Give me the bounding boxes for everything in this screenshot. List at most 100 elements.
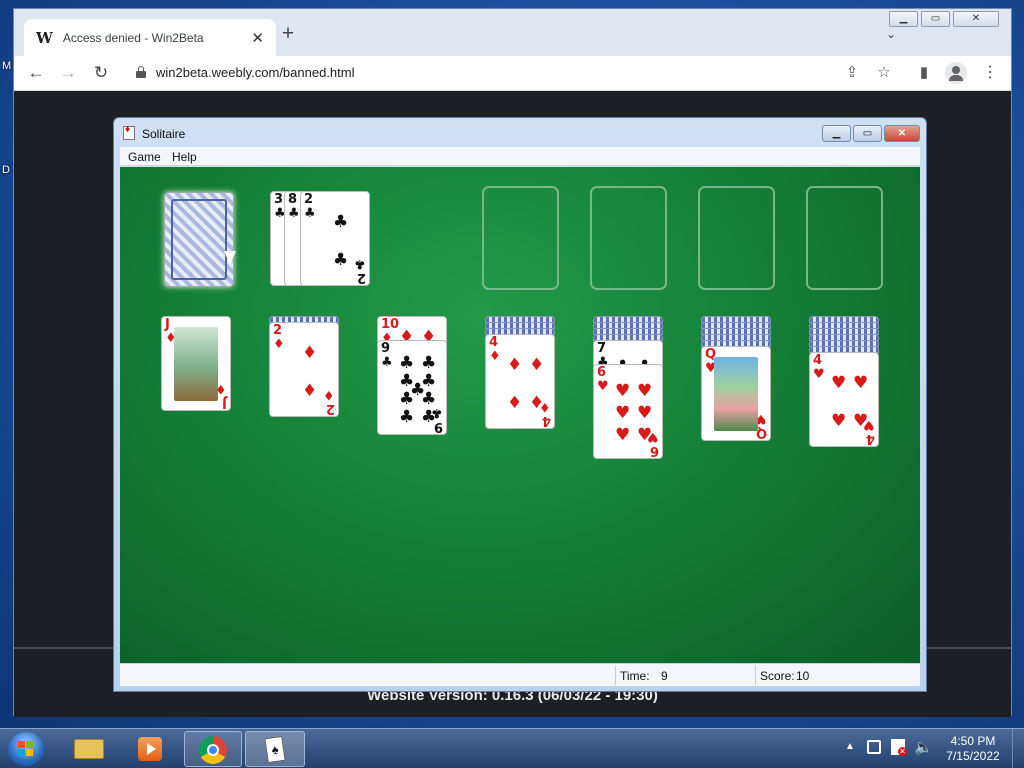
card-rank: 6: [597, 365, 607, 380]
bookmark-star-icon[interactable]: ☆: [874, 63, 894, 81]
card-pip-icon: ♣: [399, 353, 415, 373]
card-pip-icon: ♦: [529, 355, 545, 375]
minimize-button[interactable]: ▁: [822, 125, 851, 142]
reload-button[interactable]: ↻: [90, 62, 112, 84]
solitaire-window-controls: ▁ ▭ ✕: [822, 125, 920, 142]
foundation-slot[interactable]: [698, 186, 775, 290]
network-icon[interactable]: [867, 740, 881, 754]
stock-pile[interactable]: [164, 192, 234, 287]
card-suit-icon: ♣: [381, 355, 393, 370]
foundation-slot[interactable]: [482, 186, 559, 290]
foundation-slot[interactable]: [806, 186, 883, 290]
playing-card[interactable]: 2 ♣ 2 ♣ ♣ ♣: [300, 191, 370, 286]
card-pip-icon: ♥: [615, 425, 631, 445]
card-pip-icon: ♣: [421, 407, 437, 427]
chrome-icon: [199, 736, 227, 764]
solitaire-app-icon: [123, 124, 135, 140]
forward-button[interactable]: →: [57, 62, 79, 84]
folder-icon: [74, 739, 104, 759]
playing-card[interactable]: 4 ♥ 4 ♥ ♥ ♥ ♥ ♥: [809, 352, 879, 447]
tab-title: Access denied - Win2Beta: [62, 30, 204, 45]
foundation-slot[interactable]: [590, 186, 667, 290]
desktop-icon-label[interactable]: D: [2, 164, 10, 176]
side-panel-icon[interactable]: ▮: [914, 63, 934, 81]
chevron-down-icon[interactable]: ⌄: [886, 27, 896, 41]
card-pip-icon: ♣: [421, 389, 437, 409]
card-rank: 4: [813, 353, 823, 368]
card-pip-icon: ♣: [399, 407, 415, 427]
menu-kebab-icon[interactable]: ⋮: [982, 62, 998, 82]
card-suit-icon: ♣: [304, 206, 316, 221]
new-tab-button[interactable]: +: [276, 23, 300, 47]
card-pip-icon: ♥: [831, 411, 847, 431]
card-pip-icon: ♦: [302, 343, 318, 363]
browser-titlebar: W Access denied - Win2Beta ✕ + ⌄ ▁ ▭ ✕: [14, 9, 1011, 56]
start-orb-icon[interactable]: [8, 732, 44, 766]
playing-card[interactable]: J ♦ J ♦: [161, 316, 231, 411]
card-rank: 2: [273, 323, 283, 338]
card-rank: 10: [381, 317, 400, 332]
browser-toolbar: ← → ↻ win2beta.weebly.com/banned.html ⇪ …: [14, 56, 1011, 91]
media-player-icon: [138, 737, 162, 761]
card-rank: 9: [381, 341, 391, 356]
solitaire-card-icon: ♠: [264, 735, 286, 764]
profile-avatar-icon[interactable]: [945, 62, 967, 84]
playing-card[interactable]: Q ♥ Q ♥: [701, 346, 771, 441]
status-bar: Time: 9 Score: 10: [120, 663, 920, 686]
weebly-logo-icon: W: [36, 28, 53, 47]
solitaire-titlebar[interactable]: Solitaire ▁ ▭ ✕: [114, 118, 926, 146]
volume-icon[interactable]: 🔈: [914, 738, 933, 756]
card-rank: 3: [274, 192, 284, 207]
card-suit-icon: ♣: [354, 256, 366, 271]
menu-help[interactable]: Help: [172, 150, 197, 164]
score-value: 10: [796, 669, 810, 683]
court-card-illustration: [174, 327, 218, 401]
show-hidden-icons-button[interactable]: ▲: [845, 741, 855, 752]
lock-icon[interactable]: [136, 66, 146, 78]
taskbar: ♠ ▲ ✕ 🔈 4:50 PM 7/15/2022: [0, 728, 1024, 768]
taskbar-media-player[interactable]: [122, 731, 178, 767]
card-pip-icon: ♥: [637, 425, 653, 445]
action-center-flag-icon[interactable]: ✕: [891, 739, 907, 756]
playing-card[interactable]: 9 ♣ 9 ♣ ♣ ♣ ♣ ♣ ♣ ♣ ♣ ♣ ♣: [377, 340, 447, 435]
taskbar-solitaire[interactable]: ♠: [245, 731, 305, 767]
status-divider: [615, 666, 616, 685]
card-rank: 4: [865, 431, 875, 446]
card-pip-icon: ♥: [637, 381, 653, 401]
card-suit-icon: ♥: [813, 367, 825, 382]
clock[interactable]: 4:50 PM 7/15/2022: [940, 734, 1006, 764]
desktop-icon-label[interactable]: M: [2, 60, 11, 72]
clock-time: 4:50 PM: [950, 734, 996, 748]
card-rank: 7: [597, 341, 607, 356]
card-pip-icon: ♣: [333, 250, 349, 270]
browser-tab[interactable]: W Access denied - Win2Beta ✕: [24, 19, 276, 56]
card-pip-icon: ♦: [529, 393, 545, 413]
minimize-button[interactable]: ▁: [889, 11, 918, 27]
close-button[interactable]: ✕: [884, 125, 920, 142]
card-rank: 6: [649, 443, 659, 458]
taskbar-file-explorer[interactable]: [62, 731, 118, 767]
address-bar[interactable]: win2beta.weebly.com/banned.html: [124, 61, 889, 86]
show-desktop-button[interactable]: [1012, 729, 1024, 768]
playing-card[interactable]: 4 ♦ 4 ♦ ♦ ♦ ♦ ♦: [485, 334, 555, 429]
card-pip-icon: ♥: [831, 373, 847, 393]
playing-card[interactable]: 2 ♦ 2 ♦ ♦ ♦: [269, 322, 339, 417]
maximize-button[interactable]: ▭: [921, 11, 950, 27]
card-rank: 4: [489, 335, 499, 350]
close-button[interactable]: ✕: [953, 11, 999, 27]
card-suit-icon: ♥: [597, 379, 609, 394]
card-suit-icon: ♦: [489, 349, 501, 364]
card-pip-icon: ♦: [507, 393, 523, 413]
taskbar-chrome[interactable]: [184, 731, 242, 767]
court-card-illustration: [714, 357, 758, 431]
maximize-button[interactable]: ▭: [853, 125, 882, 142]
card-pip-icon: ♥: [615, 381, 631, 401]
menu-game[interactable]: Game: [128, 150, 161, 164]
share-icon[interactable]: ⇪: [842, 63, 862, 81]
card-pip-icon: ♥: [615, 403, 631, 423]
game-board[interactable]: 3♣3♣8♣8♣2♣2♣♣♣J♦J♦2♦2♦♦♦10♦10♦♦♦♦♦♦♦♦♦♦♦…: [120, 167, 920, 663]
back-button[interactable]: ←: [25, 62, 47, 84]
close-tab-icon[interactable]: ✕: [251, 29, 264, 47]
playing-card[interactable]: 6 ♥ 6 ♥ ♥ ♥ ♥ ♥ ♥ ♥: [593, 364, 663, 459]
url-text[interactable]: win2beta.weebly.com/banned.html: [156, 65, 355, 80]
